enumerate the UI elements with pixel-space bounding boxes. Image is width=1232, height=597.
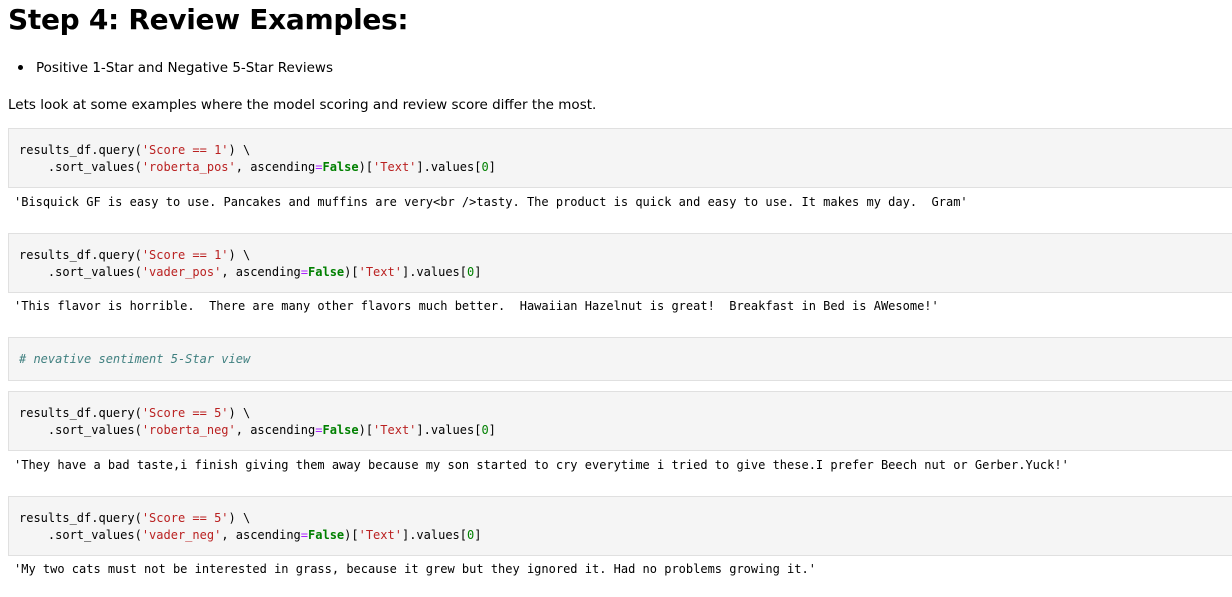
- code-line: .sort_values('roberta_neg', ascending=Fa…: [19, 422, 496, 437]
- code-line: .sort_values('vader_pos', ascending=Fals…: [19, 264, 482, 279]
- code-line: .sort_values('vader_neg', ascending=Fals…: [19, 527, 482, 542]
- code-line: results_df.query('Score == 5') \: [19, 511, 251, 525]
- cell-output-3: 'They have a bad taste,i finish giving t…: [14, 458, 1069, 472]
- bullet-dot-icon: [18, 65, 23, 70]
- code-cell-comment[interactable]: # nevative sentiment 5-Star view: [8, 337, 1232, 381]
- code-line: results_df.query('Score == 1') \: [19, 248, 251, 262]
- bullet-list: Positive 1-Star and Negative 5-Star Revi…: [0, 58, 333, 78]
- code-cell-1[interactable]: results_df.query('Score == 1') \ .sort_v…: [8, 128, 1232, 188]
- code-line: .sort_values('roberta_pos', ascending=Fa…: [19, 159, 496, 174]
- code-line: results_df.query('Score == 5') \: [19, 406, 251, 420]
- code-line: results_df.query('Score == 1') \: [19, 143, 251, 157]
- notebook-page: Step 4: Review Examples: Positive 1-Star…: [0, 0, 1232, 597]
- bullet-item-text: Positive 1-Star and Negative 5-Star Revi…: [36, 60, 333, 76]
- cell-output-1: 'Bisquick GF is easy to use. Pancakes an…: [14, 195, 968, 209]
- description-paragraph: Lets look at some examples where the mod…: [8, 97, 597, 113]
- code-cell-4[interactable]: results_df.query('Score == 5') \ .sort_v…: [8, 496, 1232, 556]
- code-cell-2[interactable]: results_df.query('Score == 1') \ .sort_v…: [8, 233, 1232, 293]
- cell-output-4: 'My two cats must not be interested in g…: [14, 562, 816, 576]
- code-line: # nevative sentiment 5-Star view: [19, 352, 251, 366]
- cell-output-2: 'This flavor is horrible. There are many…: [14, 299, 939, 313]
- bullet-item: Positive 1-Star and Negative 5-Star Revi…: [0, 58, 333, 78]
- section-heading: Step 4: Review Examples:: [8, 3, 409, 36]
- code-cell-3[interactable]: results_df.query('Score == 5') \ .sort_v…: [8, 391, 1232, 451]
